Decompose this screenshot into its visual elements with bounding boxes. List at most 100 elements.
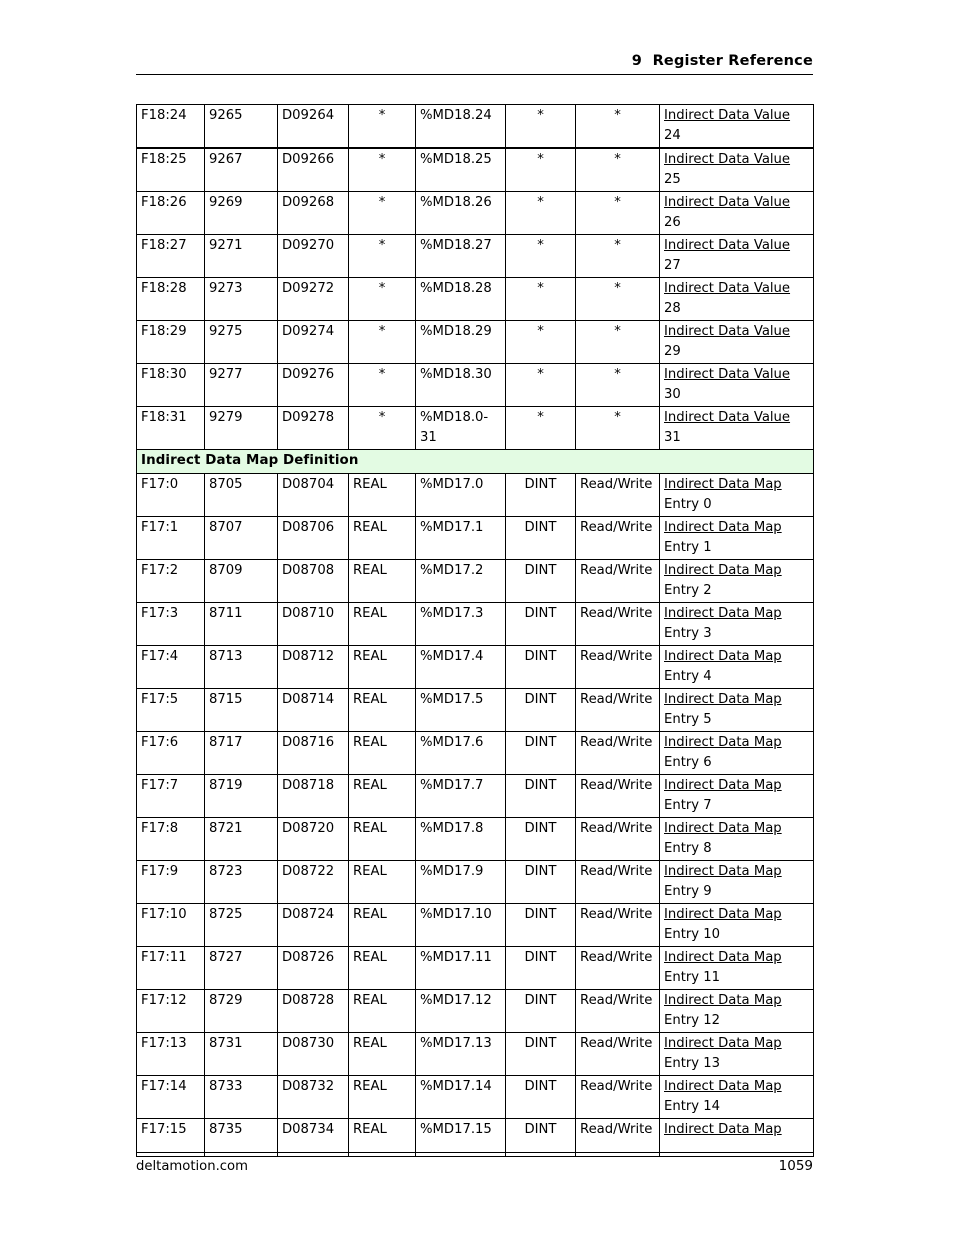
description-line-primary: Indirect Data Value — [664, 195, 791, 210]
cell-description: Indirect Data Map Entry 3 — [659, 602, 814, 646]
cell-plc-type: * — [505, 191, 576, 235]
cell-axis-register: F18:28 — [136, 277, 205, 321]
cell-access: * — [575, 320, 660, 364]
cell-access: * — [575, 147, 660, 192]
cell-description: Indirect Data Value 26 — [659, 191, 814, 235]
description-line-secondary: Entry 8 — [664, 840, 712, 856]
cell-plc-type: DINT — [505, 989, 576, 1033]
table-row: F18:28 9273 D09272 * %MD18.28 * * Indirect Data… — [136, 277, 814, 321]
cell-access: Read/Write — [575, 559, 660, 603]
description-line-primary: Indirect Data Value — [664, 281, 791, 296]
cell-description: Indirect Data Map Entry 10 — [659, 903, 814, 947]
register-table-container: F18:24 9265 D09264 * %MD18.24 * * Indirect Data… — [136, 104, 814, 1157]
cell-axis-register: F17:1 — [136, 516, 205, 560]
cell-md-address: %MD17.3 — [415, 602, 506, 646]
table-row: F17:8 8721 D08720 REAL %MD17.8 DINT Read/Write… — [136, 817, 814, 861]
description-line-primary: Indirect Data Map — [664, 1079, 782, 1094]
cell-plc-type: * — [505, 147, 576, 192]
cell-data-type: REAL — [348, 774, 416, 818]
cell-description: Indirect Data Map Entry 14 — [659, 1075, 814, 1119]
description-line-primary: Indirect Data Map — [664, 563, 782, 578]
cell-plc-type: * — [505, 277, 576, 321]
cell-data-type: REAL — [348, 602, 416, 646]
cell-md-address: %MD18.26 — [415, 191, 506, 235]
cell-plc-type: DINT — [505, 817, 576, 861]
description-line-secondary: Entry 10 — [664, 926, 721, 942]
table-row: F18:30 9277 D09276 * %MD18.30 * * Indirect Data… — [136, 363, 814, 407]
description-line-primary: Indirect Data Value — [664, 238, 791, 253]
cell-modbus-address: 8715 — [204, 688, 278, 732]
cell-modbus-address: 8735 — [204, 1118, 278, 1157]
table-row: F18:26 9269 D09268 * %MD18.26 * * Indirect Data… — [136, 191, 814, 235]
table-row: F17:1 8707 D08706 REAL %MD17.1 DINT Read/Write… — [136, 516, 814, 560]
description-line-secondary: Entry 3 — [664, 625, 712, 641]
description-line-primary: Indirect Data Map — [664, 1122, 782, 1137]
cell-data-type: REAL — [348, 903, 416, 947]
cell-axis-register: F18:25 — [136, 147, 205, 192]
cell-modbus-address: 8709 — [204, 559, 278, 603]
cell-modbus-address: 8707 — [204, 516, 278, 560]
description-line-secondary: Entry 9 — [664, 883, 712, 899]
cell-axis-register: F17:0 — [136, 473, 205, 517]
cell-md-address: %MD17.12 — [415, 989, 506, 1033]
cell-access: Read/Write — [575, 516, 660, 560]
cell-description: Indirect Data Map Entry 2 — [659, 559, 814, 603]
description-line-primary: Indirect Data Map — [664, 778, 782, 793]
cell-axis-register: F17:2 — [136, 559, 205, 603]
cell-modbus-address: 9277 — [204, 363, 278, 407]
cell-data-type: REAL — [348, 946, 416, 990]
cell-access: * — [575, 277, 660, 321]
cell-md-address: %MD18.24 — [415, 104, 506, 149]
table-row: F17:11 8727 D08726 REAL %MD17.11 DINT Read/Wri… — [136, 946, 814, 990]
cell-md-address: %MD17.14 — [415, 1075, 506, 1119]
cell-data-type: * — [348, 363, 416, 407]
cell-description: Indirect Data Value 28 — [659, 277, 814, 321]
description-line-secondary: 25 — [664, 171, 681, 187]
cell-axis-register: F17:15 — [136, 1118, 205, 1157]
cell-plc-type: * — [505, 320, 576, 364]
table-row: F17:2 8709 D08708 REAL %MD17.2 DINT Read/Write… — [136, 559, 814, 603]
cell-dn-address: D09274 — [277, 320, 349, 364]
cell-access: Read/Write — [575, 645, 660, 689]
cell-md-address: %MD17.8 — [415, 817, 506, 861]
cell-axis-register: F17:6 — [136, 731, 205, 775]
cell-access: Read/Write — [575, 860, 660, 904]
cell-axis-register: F17:10 — [136, 903, 205, 947]
description-line-primary: Indirect Data Map — [664, 520, 782, 535]
description-line-primary: Indirect Data Map — [664, 821, 782, 836]
cell-md-address: %MD17.5 — [415, 688, 506, 732]
cell-modbus-address: 8711 — [204, 602, 278, 646]
cell-description: Indirect Data Value 25 — [659, 147, 814, 192]
cell-dn-address: D09278 — [277, 406, 349, 450]
cell-access: Read/Write — [575, 1075, 660, 1119]
cell-modbus-address: 9267 — [204, 147, 278, 192]
table-section-header: Indirect Data Map Definition — [136, 449, 814, 474]
cell-access: Read/Write — [575, 1032, 660, 1076]
cell-plc-type: DINT — [505, 903, 576, 947]
cell-data-type: * — [348, 147, 416, 192]
cell-access: Read/Write — [575, 989, 660, 1033]
description-line-primary: Indirect Data Value — [664, 410, 791, 425]
table-row: F17:13 8731 D08730 REAL %MD17.13 DINT Read/Wri… — [136, 1032, 814, 1076]
cell-axis-register: F17:8 — [136, 817, 205, 861]
cell-axis-register: F18:31 — [136, 406, 205, 450]
description-line-primary: Indirect Data Map — [664, 864, 782, 879]
document-page: 9 Register Reference F18:24 9265 D09264 * %M… — [0, 0, 954, 1235]
description-line-secondary: 28 — [664, 300, 681, 316]
table-row: F17:15 8735 D08734 REAL %MD17.15 DINT Read/Wri… — [136, 1118, 814, 1157]
cell-access: Read/Write — [575, 946, 660, 990]
cell-md-address: %MD18.27 — [415, 234, 506, 278]
cell-dn-address: D08716 — [277, 731, 349, 775]
cell-plc-type: DINT — [505, 1075, 576, 1119]
page-header-title: 9 Register Reference — [631, 53, 813, 69]
cell-plc-type: DINT — [505, 473, 576, 517]
cell-plc-type: DINT — [505, 688, 576, 732]
cell-axis-register: F17:13 — [136, 1032, 205, 1076]
description-line-secondary: Entry 6 — [664, 754, 712, 770]
cell-modbus-address: 9269 — [204, 191, 278, 235]
description-line-primary: Indirect Data Map — [664, 477, 782, 492]
cell-plc-type: * — [505, 234, 576, 278]
cell-axis-register: F17:7 — [136, 774, 205, 818]
cell-axis-register: F17:4 — [136, 645, 205, 689]
table-row: F18:24 9265 D09264 * %MD18.24 * * Indirect Data… — [136, 104, 814, 149]
